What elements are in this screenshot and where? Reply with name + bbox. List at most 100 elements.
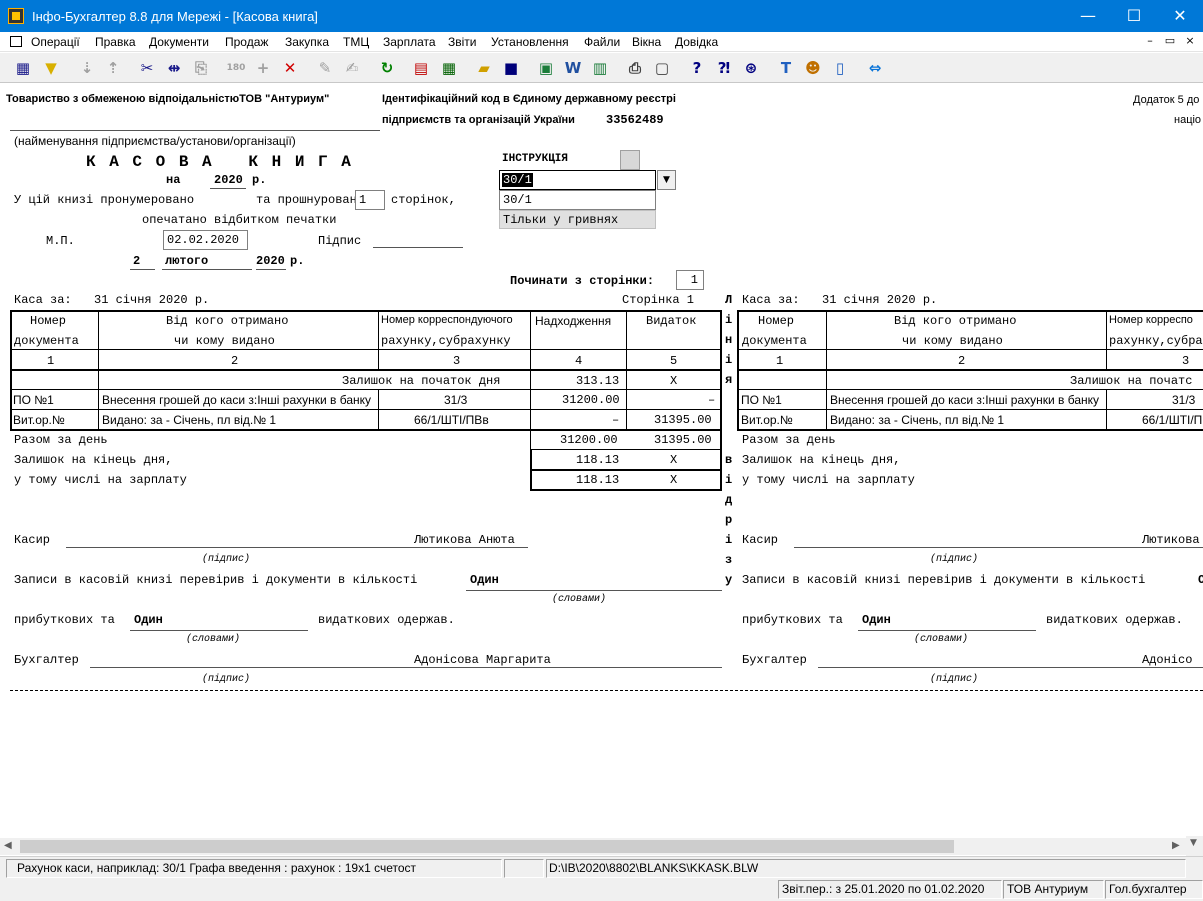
row-out: 31395.00 — [654, 413, 712, 427]
right-col3-number: 3 — [1182, 354, 1190, 368]
app-icon — [8, 8, 24, 24]
sort-ascending-icon[interactable]: ⇡ — [102, 57, 124, 79]
right-col3-header-b: рахунку,субрахунку — [1109, 334, 1203, 348]
col2-header-b: чи кому видано — [174, 334, 275, 348]
rotate-180-icon[interactable]: 180 — [225, 57, 247, 79]
close-button[interactable]: ✕ — [1157, 0, 1203, 32]
horizontal-scroll-thumb[interactable] — [20, 840, 954, 853]
col1-header-a: Номер — [30, 314, 67, 328]
fold-letter: Л — [725, 293, 733, 307]
incoming-underline — [130, 630, 308, 631]
menu-bar: Операції Правка Документи Продаж Закупка… — [0, 32, 1203, 52]
save-icon[interactable]: ■ — [500, 57, 522, 79]
chevron-down-icon[interactable]: ▼ — [657, 170, 676, 190]
balance-end-out: X — [670, 453, 678, 467]
right-incoming-label: прибуткових та — [742, 613, 843, 627]
balance-end-label: Залишок на кінець дня, — [14, 453, 173, 467]
mdi-minimize-button[interactable]: – — [1142, 34, 1158, 47]
date-field[interactable]: 02.02.2020 — [163, 230, 248, 250]
vertical-scroll-down[interactable]: ▼ — [1186, 836, 1203, 856]
accountant-underline — [90, 667, 722, 668]
menu-help[interactable]: Довідка — [675, 35, 718, 49]
status-file-path: D:\IB\2020\8802\BLANKS\KKASK.BLW — [546, 859, 1186, 878]
start-page-label: Починати з сторінки: — [510, 274, 655, 288]
right-row-who-1: Внесення грошей до каси з:Інші рахунки в… — [830, 393, 1100, 407]
fold-letter: і — [725, 313, 733, 327]
day-underline — [130, 269, 155, 270]
open-folder-icon[interactable]: ▰ — [473, 57, 495, 79]
horizontal-scrollbar[interactable]: ◀ ▶ — [0, 838, 1203, 855]
right-col-divider-2 — [1106, 310, 1107, 370]
scroll-down-icon[interactable]: ▼ — [1190, 838, 1197, 848]
context-help-icon[interactable]: ⁈ — [713, 57, 735, 79]
menu-purchase[interactable]: Закупка — [285, 35, 329, 49]
row-in: 31200.00 — [562, 393, 620, 407]
pages-count-field[interactable]: 1 — [355, 190, 385, 210]
filter-icon[interactable]: ▼ — [40, 57, 62, 79]
header-bottom-line — [10, 349, 722, 350]
right-checked-count: О — [1198, 573, 1203, 587]
row-doc: ПО №1 — [13, 393, 54, 407]
mdi-restore-button[interactable]: ▭ — [1162, 34, 1178, 47]
fold-letter: в — [725, 453, 733, 467]
users-icon[interactable]: ☻ — [802, 57, 824, 79]
move-icon[interactable]: ⇹ — [163, 57, 185, 79]
end-balance-bottom-line — [530, 469, 722, 471]
delete-icon[interactable]: ✕ — [279, 57, 301, 79]
spreadsheet-export-icon[interactable]: ▥ — [589, 57, 611, 79]
word-export-icon[interactable]: W — [562, 57, 584, 79]
grid-view-icon[interactable]: ▦ — [12, 57, 34, 79]
account-echo-field[interactable]: 30/1 — [499, 190, 656, 210]
scroll-left-icon[interactable]: ◀ — [4, 840, 12, 851]
table-right-border — [720, 310, 722, 491]
refresh-icon[interactable]: ↻ — [376, 57, 398, 79]
scroll-right-icon[interactable]: ▶ — [1172, 840, 1180, 851]
text-tool-icon[interactable]: T — [775, 57, 797, 79]
menu-edit[interactable]: Правка — [95, 35, 136, 49]
table-top-border — [10, 310, 722, 312]
minimize-button[interactable]: — — [1065, 0, 1111, 32]
paste-icon[interactable]: ⎘ — [190, 57, 212, 79]
col-divider-1 — [98, 310, 99, 370]
balance-start-in: 313.13 — [576, 374, 620, 388]
menu-documents[interactable]: Документи — [149, 35, 209, 49]
print-icon[interactable]: ⎙ — [624, 57, 646, 79]
id-code-label-2: підприємств та організацій України — [382, 114, 575, 126]
mdi-close-button[interactable]: × — [1182, 34, 1198, 47]
month-value: лютого — [165, 254, 209, 268]
menu-reports[interactable]: Звіти — [448, 35, 477, 49]
menu-inventory[interactable]: ТМЦ — [343, 35, 369, 49]
cash-book-title: К А С О В А К Н И Г А — [86, 153, 353, 171]
cashier-signature-caption: (підпис) — [202, 554, 251, 565]
menu-windows[interactable]: Вікна — [632, 35, 661, 49]
menu-sales[interactable]: Продаж — [225, 35, 268, 49]
pen-icon[interactable]: ✎ — [314, 57, 336, 79]
calculator-icon[interactable]: ▦ — [438, 57, 460, 79]
total-bottom-line — [530, 449, 722, 450]
menu-operations[interactable]: Операції — [31, 35, 80, 49]
right-incoming-count: Один — [862, 613, 891, 627]
document-system-icon[interactable] — [10, 36, 22, 47]
sort-descending-icon[interactable]: ⇣ — [76, 57, 98, 79]
menu-files[interactable]: Файли — [584, 35, 620, 49]
help-icon[interactable]: ? — [686, 57, 708, 79]
excel-export-icon[interactable]: ▣ — [535, 57, 557, 79]
print-preview-icon[interactable]: ▢ — [651, 57, 673, 79]
menu-settings[interactable]: Установлення — [491, 35, 569, 49]
instruction-toggle[interactable] — [620, 150, 640, 170]
appendix-label: Додаток 5 до — [1133, 94, 1200, 106]
currency-mode-field[interactable]: Тільки у гривнях — [499, 210, 656, 229]
row-1-bottom-line — [10, 409, 722, 410]
compass-icon[interactable]: ⊛ — [740, 57, 762, 79]
maximize-button[interactable]: ☐ — [1111, 0, 1157, 32]
cut-icon[interactable]: ✂ — [136, 57, 158, 79]
document-p-icon[interactable]: ▯ — [829, 57, 851, 79]
menu-salary[interactable]: Зарплата — [383, 35, 436, 49]
teamviewer-icon[interactable]: ⇔ — [864, 57, 886, 79]
col1-number: 1 — [47, 354, 55, 368]
pen-abc-icon[interactable]: ✍ — [341, 57, 363, 79]
account-combo[interactable]: 30/1 — [499, 170, 656, 190]
pdf-document-icon[interactable]: ▤ — [410, 57, 432, 79]
add-icon[interactable]: + — [252, 57, 274, 79]
start-page-field[interactable]: 1 — [676, 270, 704, 290]
